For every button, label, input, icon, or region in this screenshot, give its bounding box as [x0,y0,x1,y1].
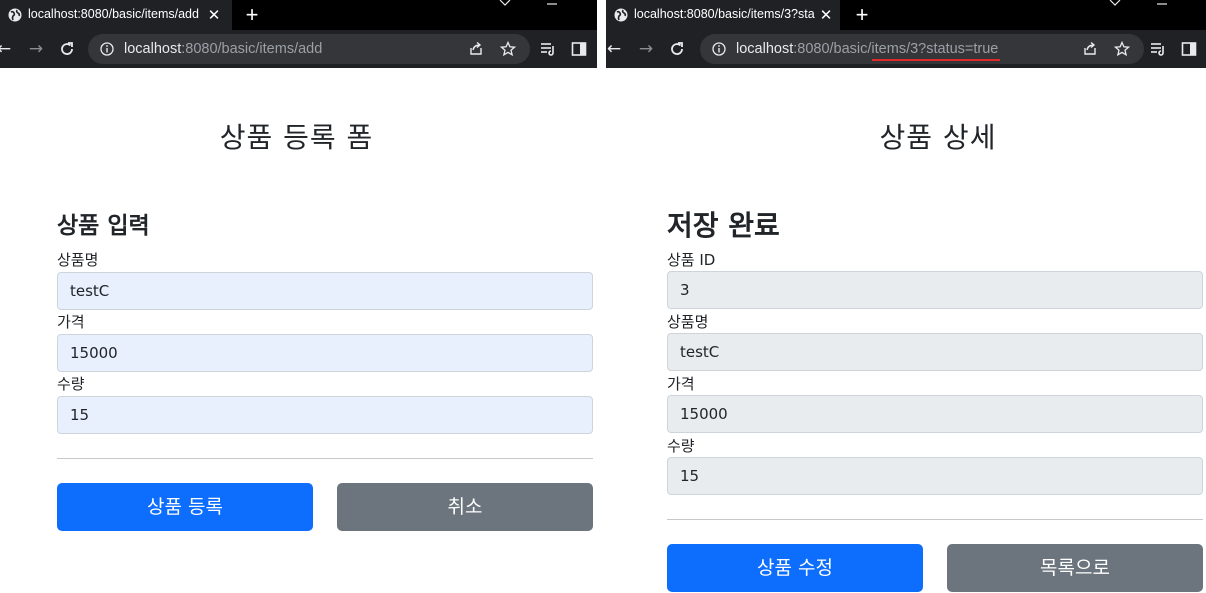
page-content: 상품 상세 저장 완료 상품 ID 3 상품명 testC 가격 15000 수… [606,68,1206,593]
minimize-icon[interactable] [545,0,559,8]
reload-icon[interactable] [668,40,686,58]
reload-icon[interactable] [58,40,76,58]
info-icon[interactable] [100,42,114,56]
address-bar[interactable]: localhost:8080/basic/items/3?status=true [700,34,1144,64]
edit-item-button[interactable]: 상품 수정 [667,544,923,592]
close-icon[interactable]: ✕ [817,6,835,24]
globe-icon [614,8,628,22]
arrow-right-icon[interactable]: → [636,39,656,59]
save-complete-heading: 저장 완료 [667,209,780,242]
close-icon[interactable]: ✕ [205,6,223,24]
chevron-down-icon[interactable] [1108,0,1122,8]
browser-window-add-form: localhost:8080/basic/items/add ✕ + ← → l… [0,0,597,593]
title-bar: localhost:8080/basic/items/3?sta ✕ + [606,0,1206,30]
item-name-input[interactable]: testC [57,272,593,310]
side-panel-icon[interactable] [571,41,587,57]
browser-toolbar: ← → localhost:8080/basic/items/add [0,30,597,68]
plus-icon[interactable]: + [241,4,263,26]
title-bar: localhost:8080/basic/items/add ✕ + [0,0,597,30]
item-name-label: 상품명 [667,313,709,331]
item-name-label: 상품명 [57,251,99,269]
url-text: localhost:8080/basic/items/3?status=true [736,41,999,57]
item-id-field: 3 [667,271,1203,309]
section-heading: 상품 입력 [57,213,150,239]
price-input[interactable]: 15000 [57,334,593,372]
quantity-input[interactable]: 15 [57,396,593,434]
star-icon[interactable] [1114,41,1130,57]
quantity-field: 15 [667,457,1203,495]
share-icon[interactable] [468,41,484,57]
star-icon[interactable] [500,41,516,57]
arrow-right-icon[interactable]: → [26,39,46,59]
info-icon[interactable] [712,42,726,56]
quantity-label: 수량 [57,375,85,393]
side-panel-icon[interactable] [1181,41,1197,57]
url-highlight-underline [872,59,1000,61]
browser-window-item-detail: localhost:8080/basic/items/3?sta ✕ + ← →… [606,0,1206,593]
page-title: 상품 등록 폼 [219,121,374,154]
plus-icon[interactable]: + [851,4,873,26]
chevron-down-icon[interactable] [498,0,512,8]
tab-title: localhost:8080/basic/items/3?sta [634,7,815,21]
globe-icon [8,8,22,22]
window-separator [597,0,606,593]
minimize-icon[interactable] [1155,0,1169,8]
browser-tab[interactable]: localhost:8080/basic/items/add ✕ [0,0,232,30]
url-text: localhost:8080/basic/items/add [124,41,323,57]
tab-title: localhost:8080/basic/items/add [28,7,199,21]
price-label: 가격 [667,375,695,393]
back-to-list-button[interactable]: 목록으로 [947,544,1203,592]
price-field: 15000 [667,395,1203,433]
quantity-label: 수량 [667,437,695,455]
browser-tab[interactable]: localhost:8080/basic/items/3?sta ✕ [606,0,840,30]
item-name-field: testC [667,333,1203,371]
cancel-button[interactable]: 취소 [337,483,593,531]
reading-list-icon[interactable] [540,41,556,57]
browser-toolbar: ← → localhost:8080/basic/items/3?status=… [606,30,1206,68]
address-bar[interactable]: localhost:8080/basic/items/add [88,34,530,64]
arrow-left-icon[interactable]: ← [0,39,14,59]
item-id-label: 상품 ID [667,251,716,269]
share-icon[interactable] [1082,41,1098,57]
register-item-button[interactable]: 상품 등록 [57,483,313,531]
divider [667,519,1203,520]
page-title: 상품 상세 [879,121,997,154]
divider [57,458,593,459]
price-label: 가격 [57,313,85,331]
arrow-left-icon[interactable]: ← [606,39,624,59]
reading-list-icon[interactable] [1150,41,1166,57]
page-content: 상품 등록 폼 상품 입력 상품명 testC 가격 15000 수량 15 상… [0,68,597,593]
